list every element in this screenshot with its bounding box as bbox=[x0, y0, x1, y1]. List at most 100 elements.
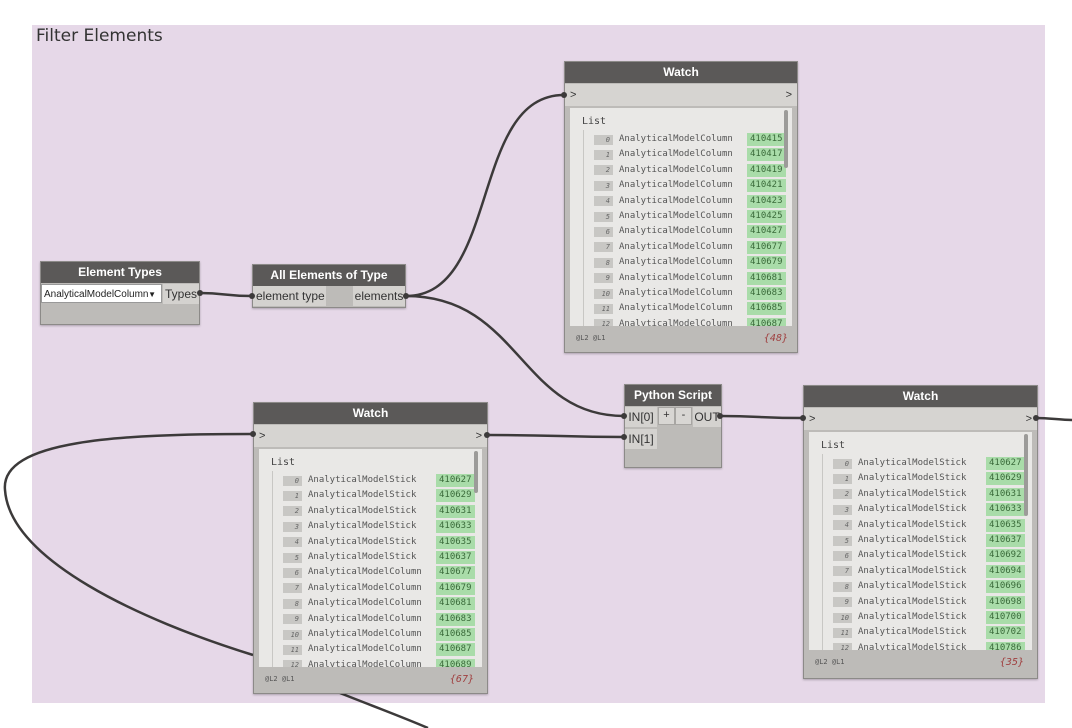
list-item[interactable]: 3 AnalyticalModelStick 410633 bbox=[833, 502, 1025, 517]
list-item[interactable]: 9 AnalyticalModelStick 410698 bbox=[833, 595, 1025, 610]
list-item[interactable]: 6 AnalyticalModelColumn 410677 bbox=[283, 565, 475, 580]
element-id-badge[interactable]: 410687 bbox=[436, 643, 475, 657]
element-id-badge[interactable]: 410629 bbox=[436, 489, 475, 503]
element-id-badge[interactable]: 410677 bbox=[747, 240, 786, 254]
list-item[interactable]: 7 AnalyticalModelStick 410694 bbox=[833, 564, 1025, 579]
element-id-badge[interactable]: 410635 bbox=[436, 535, 475, 549]
input-port-chevron-icon[interactable]: > bbox=[570, 84, 576, 106]
element-id-badge[interactable]: 410417 bbox=[747, 148, 786, 162]
element-id-badge[interactable]: 410681 bbox=[436, 597, 475, 611]
list-item[interactable]: 5 AnalyticalModelColumn 410425 bbox=[594, 209, 786, 224]
element-id-badge[interactable]: 410635 bbox=[986, 518, 1025, 532]
element-id-badge[interactable]: 410423 bbox=[747, 194, 786, 208]
element-id-badge[interactable]: 410677 bbox=[436, 566, 475, 580]
list-item[interactable]: 2 AnalyticalModelStick 410631 bbox=[283, 504, 475, 519]
element-id-badge[interactable]: 410637 bbox=[986, 534, 1025, 547]
scrollbar[interactable] bbox=[474, 451, 478, 493]
list-item[interactable]: 2 AnalyticalModelStick 410631 bbox=[833, 487, 1025, 502]
input-port-chevron-icon[interactable]: > bbox=[259, 425, 265, 447]
list-item[interactable]: 9 AnalyticalModelColumn 410683 bbox=[283, 612, 475, 627]
list-item[interactable]: 8 AnalyticalModelStick 410696 bbox=[833, 579, 1025, 594]
list-item[interactable]: 6 AnalyticalModelColumn 410427 bbox=[594, 224, 786, 239]
element-id-badge[interactable]: 410681 bbox=[747, 271, 786, 285]
element-id-badge[interactable]: 410427 bbox=[747, 225, 786, 239]
list-item[interactable]: 3 AnalyticalModelStick 410633 bbox=[283, 519, 475, 534]
element-id-badge[interactable]: 410683 bbox=[747, 287, 786, 300]
list-item[interactable]: 7 AnalyticalModelColumn 410679 bbox=[283, 581, 475, 596]
input-port-chevron-icon[interactable]: > bbox=[809, 408, 815, 430]
output-port-chevron-icon[interactable]: > bbox=[1026, 408, 1032, 430]
list-item[interactable]: 1 AnalyticalModelStick 410629 bbox=[833, 471, 1025, 486]
output-port-chevron-icon[interactable]: > bbox=[476, 425, 482, 447]
node-all-elements-of-type[interactable]: All Elements of Type element type elemen… bbox=[252, 264, 406, 308]
element-id-badge[interactable]: 410629 bbox=[986, 472, 1025, 486]
element-id-badge[interactable]: 410683 bbox=[436, 612, 475, 626]
list-item[interactable]: 0 AnalyticalModelStick 410627 bbox=[283, 473, 475, 488]
element-id-badge[interactable]: 410698 bbox=[986, 595, 1025, 609]
element-id-badge[interactable]: 410637 bbox=[436, 551, 475, 564]
list-item[interactable]: 4 AnalyticalModelStick 410635 bbox=[283, 535, 475, 550]
list-item[interactable]: 10 AnalyticalModelStick 410700 bbox=[833, 610, 1025, 625]
list-item[interactable]: 12 AnalyticalModelStick 410786 bbox=[833, 641, 1025, 650]
list-item[interactable]: 0 AnalyticalModelColumn 410415 bbox=[594, 132, 786, 147]
element-id-badge[interactable]: 410421 bbox=[747, 179, 786, 193]
list-item[interactable]: 1 AnalyticalModelStick 410629 bbox=[283, 488, 475, 503]
node-watch-top[interactable]: Watch > > List 0 AnalyticalModelColumn 410… bbox=[564, 61, 798, 353]
element-id-badge[interactable]: 410419 bbox=[747, 163, 786, 177]
element-id-badge[interactable]: 410627 bbox=[436, 474, 475, 487]
list-item[interactable]: 11 AnalyticalModelColumn 410687 bbox=[283, 642, 475, 657]
input-port-in1[interactable]: IN[1] bbox=[625, 429, 657, 449]
element-id-badge[interactable]: 410694 bbox=[986, 564, 1025, 578]
element-id-badge[interactable]: 410702 bbox=[986, 626, 1025, 640]
node-python-script[interactable]: Python Script IN[0] + - OUT IN[1] bbox=[624, 384, 722, 468]
watch-output-panel[interactable]: List 0 AnalyticalModelColumn 410415 1 Analyt… bbox=[570, 108, 792, 326]
list-item[interactable]: 11 AnalyticalModelColumn 410685 bbox=[594, 301, 786, 316]
list-item[interactable]: 2 AnalyticalModelColumn 410419 bbox=[594, 163, 786, 178]
element-id-badge[interactable]: 410425 bbox=[747, 210, 786, 223]
element-id-badge[interactable]: 410786 bbox=[986, 641, 1025, 650]
element-id-badge[interactable]: 410631 bbox=[986, 487, 1025, 501]
output-port-elements[interactable]: elements bbox=[353, 286, 405, 306]
element-id-badge[interactable]: 410696 bbox=[986, 580, 1025, 594]
list-item[interactable]: 4 AnalyticalModelColumn 410423 bbox=[594, 194, 786, 209]
element-id-badge[interactable]: 410685 bbox=[436, 628, 475, 641]
element-id-badge[interactable]: 410700 bbox=[986, 611, 1025, 624]
list-item[interactable]: 11 AnalyticalModelStick 410702 bbox=[833, 625, 1025, 640]
element-id-badge[interactable]: 410689 bbox=[436, 658, 475, 667]
element-id-badge[interactable]: 410692 bbox=[986, 549, 1025, 563]
scrollbar[interactable] bbox=[784, 110, 788, 168]
list-item[interactable]: 5 AnalyticalModelStick 410637 bbox=[283, 550, 475, 565]
element-id-badge[interactable]: 410627 bbox=[986, 457, 1025, 470]
list-item[interactable]: 6 AnalyticalModelStick 410692 bbox=[833, 548, 1025, 563]
element-id-badge[interactable]: 410415 bbox=[747, 133, 786, 146]
list-item[interactable]: 0 AnalyticalModelStick 410627 bbox=[833, 456, 1025, 471]
list-item[interactable]: 8 AnalyticalModelColumn 410679 bbox=[594, 255, 786, 270]
list-item[interactable]: 12 AnalyticalModelColumn 410689 bbox=[283, 658, 475, 667]
remove-input-button[interactable]: - bbox=[675, 407, 692, 425]
element-type-dropdown[interactable]: AnalyticalModelColumn ▼ bbox=[41, 284, 162, 303]
output-port-chevron-icon[interactable]: > bbox=[786, 84, 792, 106]
watch-output-panel[interactable]: List 0 AnalyticalModelStick 410627 1 Analyti… bbox=[809, 432, 1032, 650]
list-item[interactable]: 10 AnalyticalModelColumn 410685 bbox=[283, 627, 475, 642]
element-id-badge[interactable]: 410687 bbox=[747, 317, 786, 326]
list-item[interactable]: 9 AnalyticalModelColumn 410681 bbox=[594, 271, 786, 286]
element-id-badge[interactable]: 410679 bbox=[436, 581, 475, 595]
add-input-button[interactable]: + bbox=[658, 407, 675, 425]
output-port-types[interactable]: Types bbox=[163, 284, 199, 304]
element-id-badge[interactable]: 410633 bbox=[436, 520, 475, 534]
element-id-badge[interactable]: 410633 bbox=[986, 503, 1025, 517]
list-item[interactable]: 5 AnalyticalModelStick 410637 bbox=[833, 533, 1025, 548]
scrollbar[interactable] bbox=[1024, 434, 1028, 516]
element-id-badge[interactable]: 410679 bbox=[747, 256, 786, 270]
group-title[interactable]: Filter Elements bbox=[36, 26, 163, 46]
element-id-badge[interactable]: 410631 bbox=[436, 504, 475, 518]
node-watch-left[interactable]: Watch > > List 0 AnalyticalModelStick 4106… bbox=[253, 402, 488, 694]
list-item[interactable]: 1 AnalyticalModelColumn 410417 bbox=[594, 147, 786, 162]
list-item[interactable]: 7 AnalyticalModelColumn 410677 bbox=[594, 240, 786, 255]
watch-output-panel[interactable]: List 0 AnalyticalModelStick 410627 1 Analyti… bbox=[259, 449, 482, 667]
list-item[interactable]: 8 AnalyticalModelColumn 410681 bbox=[283, 596, 475, 611]
input-port-element-type[interactable]: element type bbox=[253, 286, 326, 306]
node-element-types[interactable]: Element Types AnalyticalModelColumn ▼ Ty… bbox=[40, 261, 200, 325]
list-item[interactable]: 10 AnalyticalModelColumn 410683 bbox=[594, 286, 786, 301]
list-item[interactable]: 12 AnalyticalModelColumn 410687 bbox=[594, 317, 786, 326]
